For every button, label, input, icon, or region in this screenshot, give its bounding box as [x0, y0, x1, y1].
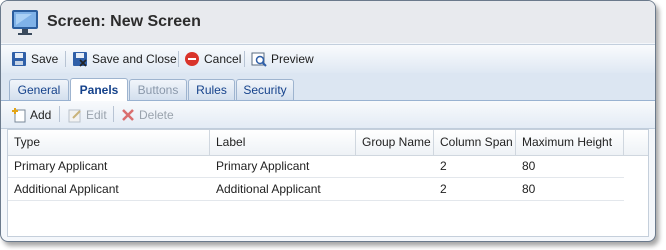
cancel-icon: [185, 52, 199, 66]
grid-header: Type Label Group Name Column Span Maximu…: [8, 130, 648, 156]
column-header-group-name[interactable]: Group Name: [356, 130, 434, 155]
window-title: Screen: New Screen: [47, 13, 201, 30]
tab-panels[interactable]: Panels: [70, 78, 128, 101]
screen-editor-window: Screen: New Screen Save Save and Close C…: [0, 0, 656, 242]
tab-buttons[interactable]: Buttons: [129, 79, 187, 100]
toolbar-separator: [244, 51, 245, 67]
column-header-column-span[interactable]: Column Span: [434, 130, 516, 155]
column-header-label[interactable]: Label: [210, 130, 356, 155]
cell-maximum-height: 80: [522, 182, 536, 196]
tab-general[interactable]: General: [9, 79, 69, 100]
panels-toolbar: Add Edit Delete: [1, 101, 655, 129]
cell-type: Additional Applicant: [14, 182, 119, 196]
preview-button[interactable]: Preview: [251, 49, 314, 69]
preview-icon: [251, 52, 267, 67]
tab-strip: General Panels Buttons Rules Security: [1, 73, 655, 101]
cell-label: Additional Applicant: [216, 182, 321, 196]
edit-label: Edit: [86, 108, 107, 122]
delete-x-icon: [122, 109, 134, 121]
table-row[interactable]: Primary Applicant Primary Applicant 2 80: [8, 155, 624, 178]
column-header-maximum-height[interactable]: Maximum Height: [516, 130, 624, 155]
toolbar-separator: [65, 51, 66, 67]
add-label: Add: [30, 108, 52, 122]
save-and-close-label: Save and Close: [92, 52, 177, 66]
save-label: Save: [31, 52, 59, 66]
edit-icon: [68, 109, 81, 123]
cancel-label: Cancel: [204, 52, 242, 66]
cell-group-name: [356, 155, 434, 177]
main-toolbar: Save Save and Close Cancel Preview: [1, 44, 655, 74]
toolbar-separator: [178, 51, 179, 67]
tab-rules[interactable]: Rules: [188, 79, 235, 100]
cell-group-name: [356, 178, 434, 200]
delete-label: Delete: [139, 108, 174, 122]
save-close-icon: [73, 52, 87, 67]
panels-grid: Type Label Group Name Column Span Maximu…: [7, 129, 649, 237]
column-header-type[interactable]: Type: [8, 130, 210, 155]
cell-column-span: 2: [440, 182, 447, 196]
save-button[interactable]: Save: [11, 49, 58, 69]
cancel-button[interactable]: Cancel: [184, 49, 241, 69]
floppy-disk-icon: [12, 52, 26, 66]
cell-type: Primary Applicant: [14, 159, 108, 173]
cell-label: Primary Applicant: [216, 159, 310, 173]
title-bar: Screen: New Screen: [1, 1, 655, 43]
toolbar-separator: [59, 106, 60, 122]
add-button[interactable]: Add: [11, 106, 51, 124]
preview-label: Preview: [271, 52, 314, 66]
cell-column-span: 2: [440, 159, 447, 173]
monitor-icon: [12, 10, 38, 35]
edit-button[interactable]: Edit: [67, 106, 107, 124]
tab-security[interactable]: Security: [236, 79, 294, 100]
table-row[interactable]: Additional Applicant Additional Applican…: [8, 178, 624, 201]
cell-maximum-height: 80: [522, 159, 536, 173]
toolbar-separator: [113, 106, 114, 122]
save-and-close-button[interactable]: Save and Close: [72, 49, 177, 69]
add-icon: [12, 108, 26, 123]
delete-button[interactable]: Delete: [120, 106, 174, 124]
